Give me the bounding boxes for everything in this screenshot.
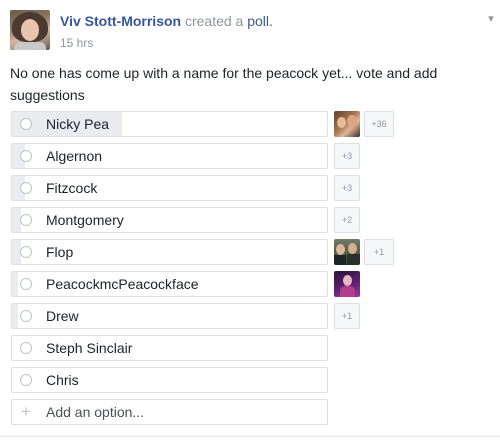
- radio-button-icon[interactable]: [20, 246, 32, 258]
- radio-button-icon[interactable]: [20, 278, 32, 290]
- option-label: Drew: [46, 308, 79, 324]
- add-option-input[interactable]: + Add an option...: [11, 399, 328, 425]
- more-voters-count[interactable]: +3: [334, 175, 360, 201]
- radio-button-icon[interactable]: [20, 150, 32, 162]
- option-label: Algernon: [46, 148, 103, 164]
- option-label: Chris: [46, 372, 79, 388]
- more-voters-count[interactable]: +36: [364, 111, 394, 137]
- option-label: PeacockmcPeacockface: [46, 276, 199, 292]
- option-label: Nicky Pea: [46, 116, 110, 132]
- plus-icon: +: [21, 402, 31, 421]
- poll-options: Nicky Pea +36 Algernon +3 Fitzcock +3 Mo…: [0, 0, 500, 440]
- add-option-placeholder: Add an option...: [46, 404, 145, 420]
- poll-option-chris[interactable]: Chris: [11, 367, 328, 393]
- poll-post: Viv Stott-Morrison created a poll. 15 hr…: [0, 0, 500, 440]
- poll-option-flop[interactable]: Flop: [11, 239, 328, 265]
- radio-button-icon[interactable]: [20, 310, 32, 322]
- post-divider: [0, 436, 500, 437]
- poll-option-montgomery[interactable]: Montgomery: [11, 207, 328, 233]
- voter-avatar[interactable]: [334, 271, 360, 297]
- poll-option-steph-sinclair[interactable]: Steph Sinclair: [11, 335, 328, 361]
- poll-option-peacockmcpeacockface[interactable]: PeacockmcPeacockface: [11, 271, 328, 297]
- radio-button-icon[interactable]: [20, 182, 32, 194]
- option-label: Flop: [46, 244, 74, 260]
- poll-option-fitzcock[interactable]: Fitzcock: [11, 175, 328, 201]
- radio-button-icon[interactable]: [20, 214, 32, 226]
- option-label: Steph Sinclair: [46, 340, 133, 356]
- vote-fill-bar: [12, 304, 19, 328]
- voter-avatar[interactable]: [334, 111, 360, 137]
- voter-avatar[interactable]: [334, 239, 360, 265]
- poll-option-drew[interactable]: Drew: [11, 303, 328, 329]
- radio-button-icon[interactable]: [20, 374, 32, 386]
- more-voters-count[interactable]: +2: [334, 207, 360, 233]
- vote-fill-bar: [12, 272, 19, 296]
- poll-option-nicky-pea[interactable]: Nicky Pea: [11, 111, 328, 137]
- more-voters-count[interactable]: +3: [334, 143, 360, 169]
- poll-option-algernon[interactable]: Algernon: [11, 143, 328, 169]
- more-voters-count[interactable]: +1: [334, 303, 360, 329]
- option-label: Montgomery: [46, 212, 124, 228]
- more-voters-count[interactable]: +1: [364, 239, 394, 265]
- radio-button-icon[interactable]: [20, 342, 32, 354]
- option-label: Fitzcock: [46, 180, 98, 196]
- radio-button-icon[interactable]: [20, 118, 32, 130]
